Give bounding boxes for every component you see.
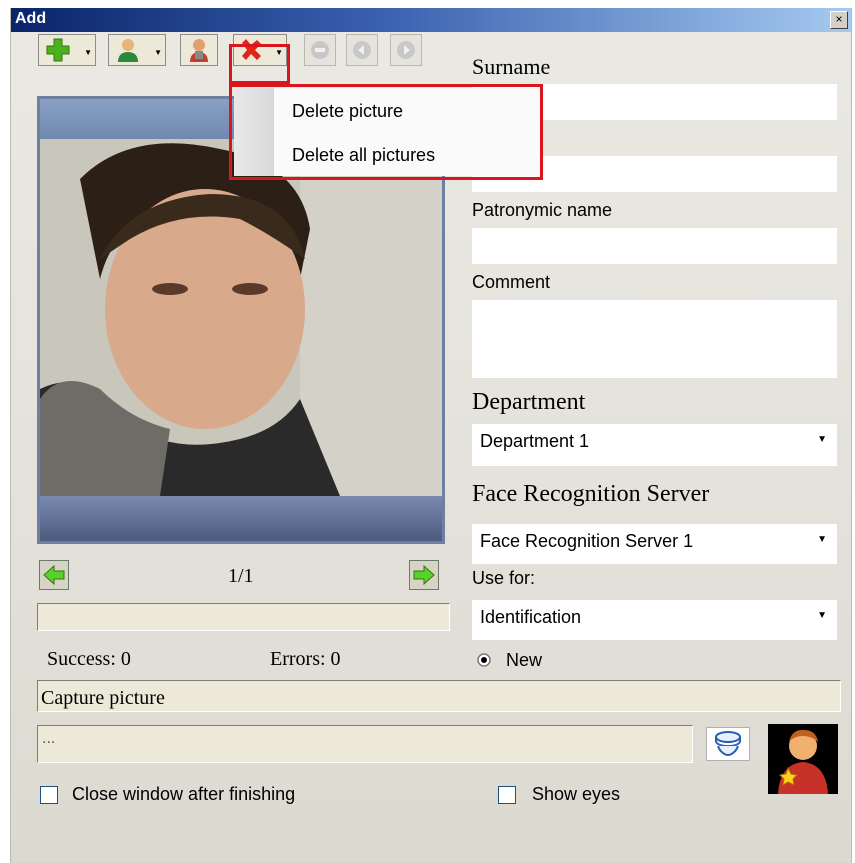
show-eyes-label: Show eyes (532, 784, 621, 804)
close-button[interactable]: × (830, 11, 848, 29)
use-for-label: Use for: (472, 568, 536, 588)
rewind-icon (353, 41, 371, 59)
forward-button[interactable] (390, 34, 422, 66)
comment-label: Comment (472, 272, 551, 292)
capture-path-field[interactable]: ... (37, 725, 693, 763)
window-title: Add (15, 10, 47, 27)
department-select[interactable]: Department 1 ▼ (472, 424, 837, 466)
capture-path-value: ... (42, 730, 56, 747)
rewind-button[interactable] (346, 34, 378, 66)
person-star-icon (778, 729, 828, 794)
department-value: Department 1 (480, 431, 590, 451)
errors-count: Errors: 0 (270, 648, 341, 670)
dropdown-arrow-icon: ▼ (817, 434, 827, 445)
progress-bar (37, 603, 450, 631)
person-camera-icon (190, 39, 208, 62)
department-label: Department (472, 389, 586, 415)
chevron-down-icon: ▼ (84, 48, 92, 57)
capture-settings-button[interactable] (706, 727, 750, 761)
surname-label: Surname (472, 54, 551, 79)
dropdown-arrow-icon: ▼ (817, 610, 827, 621)
left-arrow-icon (43, 564, 65, 586)
title-bar: Add × (11, 8, 851, 32)
add-picture-button[interactable]: ▼ (38, 34, 96, 66)
server-value: Face Recognition Server 1 (480, 531, 694, 551)
new-radio-label: New (506, 650, 543, 670)
capture-icon (715, 731, 741, 757)
success-count: Success: 0 (47, 648, 131, 670)
stop-button[interactable] (304, 34, 336, 66)
comment-field[interactable] (472, 300, 837, 378)
capture-label: Capture picture (41, 687, 165, 709)
green-plus-icon (46, 38, 70, 62)
picture-counter: 1/1 (228, 565, 254, 587)
right-arrow-icon (413, 564, 435, 586)
stop-icon (311, 41, 329, 59)
use-for-select[interactable]: Identification ▼ (472, 600, 837, 640)
checkbox-box (498, 786, 516, 804)
checkbox-box (40, 786, 58, 804)
user-menu-button[interactable]: ▼ (108, 34, 166, 66)
close-window-checkbox[interactable]: Close window after finishing (40, 783, 360, 807)
use-for-value: Identification (480, 607, 582, 627)
user-icon (118, 39, 138, 62)
radio-selected-icon (477, 653, 491, 667)
next-picture-button[interactable] (409, 560, 439, 590)
person-camera-button[interactable] (180, 34, 218, 66)
face-picture (40, 139, 442, 496)
previous-picture-button[interactable] (39, 560, 69, 590)
close-window-label: Close window after finishing (72, 784, 296, 804)
new-radio[interactable]: New (474, 648, 594, 672)
menu-highlight (229, 84, 543, 180)
show-eyes-checkbox[interactable]: Show eyes (498, 783, 658, 807)
delete-button-highlight (229, 44, 290, 84)
server-label: Face Recognition Server (472, 481, 710, 507)
avatar (768, 724, 838, 794)
forward-icon (397, 41, 415, 59)
dropdown-arrow-icon: ▼ (817, 534, 827, 545)
server-select[interactable]: Face Recognition Server 1 ▼ (472, 524, 837, 564)
capture-status-box: Capture picture (37, 680, 841, 712)
chevron-down-icon: ▼ (154, 48, 162, 57)
patronymic-field[interactable] (472, 228, 837, 264)
patronymic-label: Patronymic name (472, 200, 613, 220)
